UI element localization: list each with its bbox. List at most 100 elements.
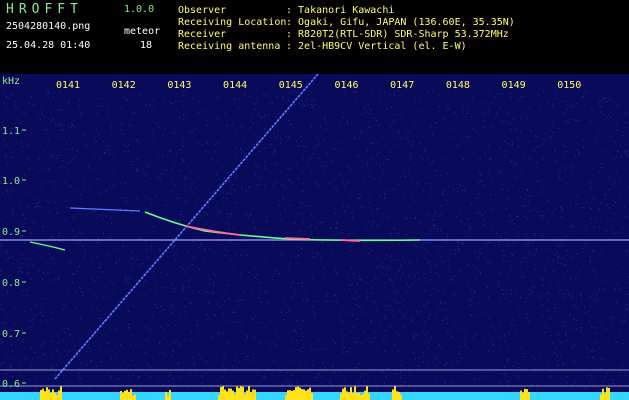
noise-dot [261,301,263,303]
noise-dot [398,131,400,132]
noise-dot [608,383,610,385]
noise-dot [167,380,169,382]
noise-dot [624,151,626,153]
noise-dot [587,374,589,376]
noise-dot [380,365,382,367]
noise-dot [170,355,172,357]
noise-dot [258,343,260,344]
noise-dot [557,282,559,284]
noise-dot [544,269,546,271]
noise-dot [425,182,427,184]
noise-dot [99,317,101,319]
noise-dot [360,305,362,307]
noise-dot [480,180,482,182]
noise-dot [291,182,293,184]
noise-dot [106,191,108,193]
noise-dot [528,201,530,203]
noise-dot [75,291,77,293]
noise-dot [507,245,509,246]
noise-dot [193,364,195,366]
noise-dot [50,180,51,182]
noise-dot [301,100,303,102]
noise-dot [150,249,152,251]
noise-dot [249,186,250,188]
noise-dot [596,140,598,142]
noise-dot [45,380,47,382]
activity-burst [526,389,528,400]
noise-dot [548,257,550,259]
noise-dot [42,169,44,171]
noise-dot [9,319,11,321]
noise-dot [173,291,175,293]
noise-dot [355,138,356,140]
noise-dot [194,128,196,130]
activity-burst [299,387,301,400]
activity-burst [398,391,400,400]
noise-dot [610,219,612,221]
noise-dot [526,189,528,190]
noise-dot [211,158,213,160]
noise-dot [68,321,70,323]
noise-dot [564,296,566,298]
noise-dot [38,201,40,203]
noise-dot [98,267,100,269]
noise-dot [170,372,172,373]
noise-dot [334,227,336,229]
noise-dot [251,292,252,294]
noise-dot [588,90,590,92]
noise-dot [197,142,199,144]
noise-dot [391,107,392,108]
noise-dot [314,104,315,106]
noise-dot [78,231,79,233]
noise-dot [605,328,607,330]
noise-dot [322,166,324,168]
noise-dot [557,365,559,366]
noise-dot [131,125,133,127]
noise-dot [491,340,493,342]
noise-dot [155,122,157,124]
noise-dot [538,108,540,110]
noise-dot [460,231,462,233]
noise-dot [112,184,114,186]
noise-dot [128,327,130,328]
noise-dot [536,250,537,252]
noise-dot [80,113,82,115]
location-label: Receiving Location [178,17,287,28]
noise-dot [471,202,473,204]
noise-dot [334,179,336,181]
noise-dot [54,122,56,124]
noise-dot [320,126,321,128]
noise-dot [523,356,525,357]
noise-dot [207,206,209,208]
noise-dot [494,245,496,247]
noise-dot [559,171,561,173]
noise-dot [222,192,224,194]
noise-dot [185,339,187,341]
noise-dot [214,274,216,276]
noise-dot [2,310,4,312]
noise-dot [47,320,49,322]
noise-dot [196,236,198,238]
noise-dot [428,316,429,318]
noise-dot [517,92,519,94]
noise-dot [255,163,257,164]
noise-dot [33,175,35,177]
noise-dot [207,314,209,316]
noise-dot [124,143,126,145]
noise-dot [192,357,194,359]
noise-dot [52,96,54,98]
noise-dot [453,322,455,324]
noise-dot [485,371,487,373]
noise-dot [502,294,504,296]
noise-dot [44,183,46,185]
activity-burst [238,387,240,400]
noise-dot [530,274,532,276]
noise-dot [386,296,388,298]
noise-dot [472,128,474,130]
noise-dot [153,99,155,101]
noise-dot [511,289,513,291]
noise-dot [131,139,133,141]
noise-dot [15,101,17,103]
noise-dot [149,198,151,200]
noise-dot [524,151,526,153]
